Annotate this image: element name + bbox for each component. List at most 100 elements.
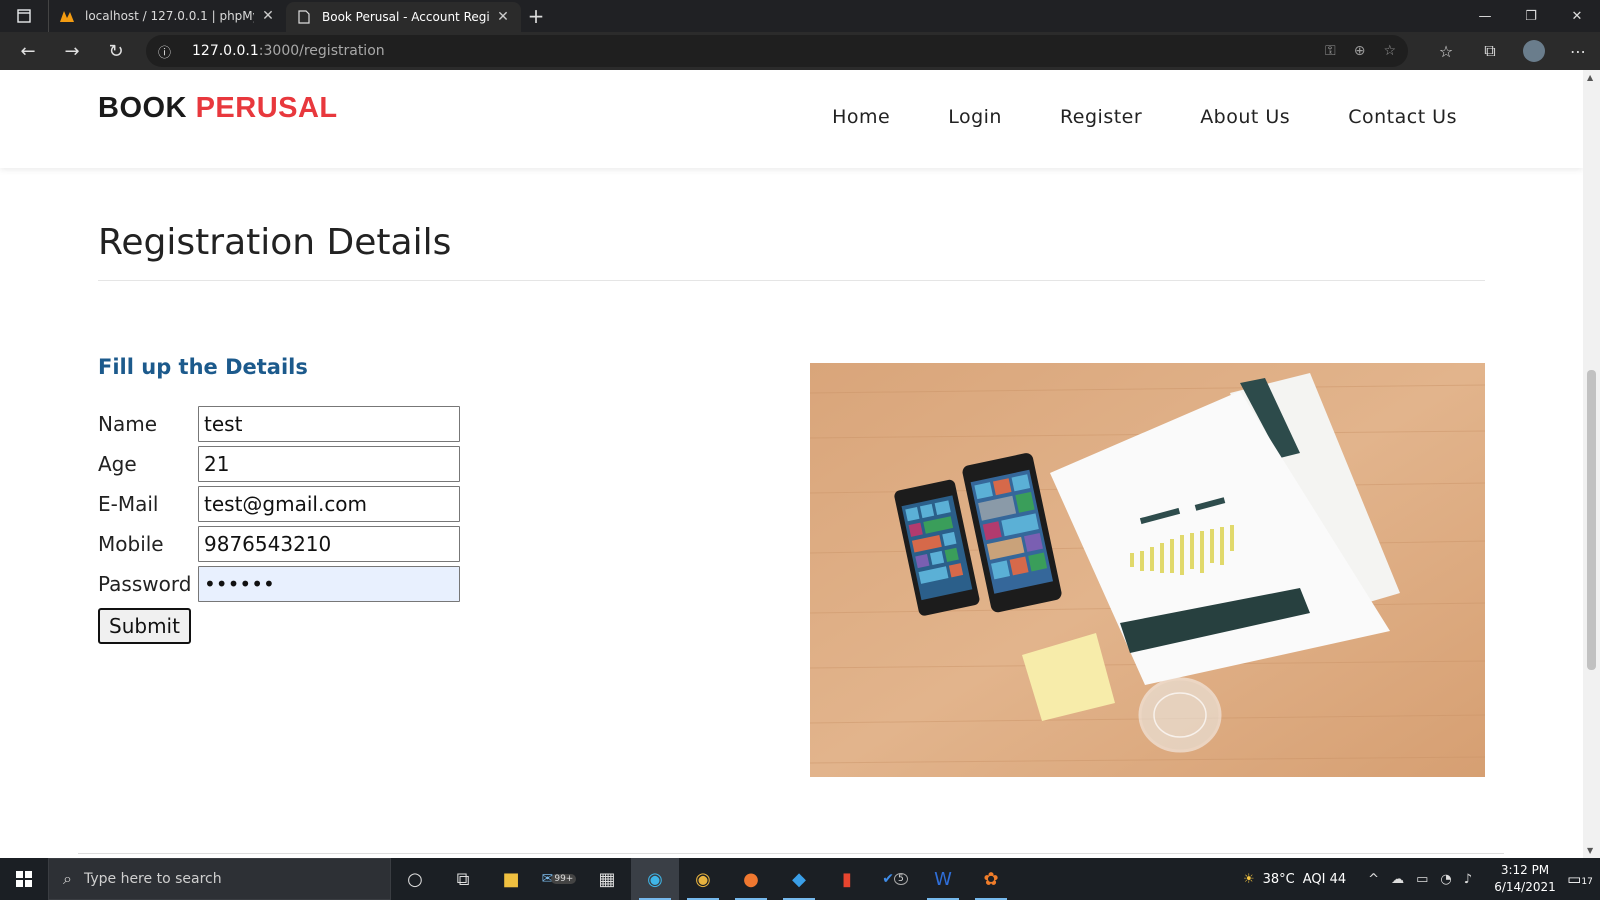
form-subheading: Fill up the Details xyxy=(98,355,308,379)
name-label: Name xyxy=(98,412,158,436)
name-field[interactable] xyxy=(198,406,460,442)
scroll-up-icon[interactable]: ▲ xyxy=(1587,73,1593,82)
weather-widget[interactable]: ☀ 38°C AQI 44 xyxy=(1243,872,1346,887)
microsoft-store-icon[interactable]: ▦ xyxy=(583,858,631,900)
age-label: Age xyxy=(98,452,137,476)
window-controls: — ❐ ✕ xyxy=(1462,0,1600,32)
battery-icon[interactable]: ▭ xyxy=(1416,872,1428,887)
brand-word-2: PERUSAL xyxy=(195,92,338,124)
mail-badge: 99+ xyxy=(551,874,577,884)
email-field[interactable] xyxy=(198,486,460,522)
form-row-mobile: Mobile xyxy=(98,524,460,564)
main-nav: Home Login Register About Us Contact Us xyxy=(832,106,1457,128)
page-icon xyxy=(296,9,312,25)
footer-divider xyxy=(78,853,1504,854)
notification-count: 17 xyxy=(1581,877,1593,887)
tab-title: localhost / 127.0.0.1 | phpMyAdmin xyxy=(85,9,254,23)
browser-toolbar: ← → ↻ ⓘ 127.0.0.1:3000/registration ⚿ ⊕ … xyxy=(0,32,1600,70)
vscode-icon[interactable]: ◆ xyxy=(775,858,823,900)
todo-icon[interactable]: ✔ 5 xyxy=(871,858,919,900)
site-info-icon[interactable]: ⓘ xyxy=(158,42,178,61)
chevron-up-icon[interactable]: ^ xyxy=(1368,872,1379,887)
page-title: Registration Details xyxy=(98,222,452,263)
nav-contact-us[interactable]: Contact Us xyxy=(1348,106,1457,128)
add-favorite-icon[interactable]: ☆ xyxy=(1383,43,1396,59)
password-field[interactable] xyxy=(198,566,460,602)
nav-register[interactable]: Register xyxy=(1060,106,1142,128)
scrollbar-thumb[interactable] xyxy=(1587,370,1596,670)
form-row-email: E-Mail xyxy=(98,484,460,524)
nav-about-us[interactable]: About Us xyxy=(1200,106,1290,128)
onedrive-icon[interactable]: ☁ xyxy=(1391,872,1404,887)
refresh-icon[interactable]: ↻ xyxy=(94,32,138,70)
more-icon[interactable]: ⋯ xyxy=(1556,42,1600,61)
key-icon[interactable]: ⚿ xyxy=(1325,43,1336,59)
mobile-label: Mobile xyxy=(98,532,164,556)
nav-home[interactable]: Home xyxy=(832,106,890,128)
close-tab-icon[interactable]: ✕ xyxy=(260,8,276,24)
firefox-icon[interactable]: ● xyxy=(727,858,775,900)
title-divider xyxy=(98,280,1485,281)
wifi-icon[interactable]: ◔ xyxy=(1440,872,1451,887)
browser-actions: ☆ ⧉ ⋯ xyxy=(1424,32,1600,70)
minimize-icon[interactable]: — xyxy=(1462,0,1508,32)
mobile-field[interactable] xyxy=(198,526,460,562)
todo-badge: 5 xyxy=(894,873,908,885)
new-tab-icon[interactable]: + xyxy=(521,4,551,28)
registration-form: Name Age E-Mail Mobile Password Submit xyxy=(98,404,460,644)
zoom-icon[interactable]: ⊕ xyxy=(1354,43,1366,59)
nav-login[interactable]: Login xyxy=(948,106,1002,128)
edge-icon[interactable]: ◉ xyxy=(631,858,679,900)
tab-phpmyadmin[interactable]: localhost / 127.0.0.1 | phpMyAdmin ✕ xyxy=(48,0,286,32)
age-field[interactable] xyxy=(198,446,460,482)
close-tab-icon[interactable]: ✕ xyxy=(495,9,511,25)
form-row-password: Password xyxy=(98,564,460,604)
task-view-icon[interactable]: ⧉ xyxy=(439,858,487,900)
clock[interactable]: 3:12 PM 6/14/2021 xyxy=(1490,862,1560,896)
clock-time: 3:12 PM xyxy=(1500,863,1550,877)
tab-title: Book Perusal - Account Registration xyxy=(322,10,489,24)
forward-icon[interactable]: → xyxy=(50,32,94,70)
windows-start-icon[interactable] xyxy=(0,858,48,900)
volume-icon[interactable]: ♪ xyxy=(1464,872,1472,887)
word-icon[interactable]: W xyxy=(919,858,967,900)
chrome-icon[interactable]: ◉ xyxy=(679,858,727,900)
page-scrollbar[interactable]: ▲ ▼ xyxy=(1583,70,1600,858)
brand-logo[interactable]: BOOK PERUSAL xyxy=(98,92,338,125)
url-host: 127.0.0.1 xyxy=(192,43,259,59)
brand-word-1: BOOK xyxy=(98,92,187,124)
form-row-name: Name xyxy=(98,404,460,444)
address-bar[interactable]: ⓘ 127.0.0.1:3000/registration ⚿ ⊕ ☆ xyxy=(146,35,1408,67)
favorites-icon[interactable]: ☆ xyxy=(1424,42,1468,61)
close-window-icon[interactable]: ✕ xyxy=(1554,0,1600,32)
back-icon[interactable]: ← xyxy=(6,32,50,70)
tab-actions-icon[interactable] xyxy=(0,0,48,32)
taskbar-search[interactable]: ⌕ Type here to search xyxy=(48,858,391,900)
collections-icon[interactable]: ⧉ xyxy=(1468,41,1512,61)
search-icon: ⌕ xyxy=(63,869,72,888)
office-icon[interactable]: ▮ xyxy=(823,858,871,900)
scroll-down-icon[interactable]: ▼ xyxy=(1587,846,1593,855)
password-label: Password xyxy=(98,572,192,596)
notification-center-icon[interactable]: ▭17 xyxy=(1560,870,1600,888)
cortana-icon[interactable]: ○ xyxy=(391,858,439,900)
search-placeholder: Type here to search xyxy=(83,871,222,887)
file-explorer-icon[interactable]: ■ xyxy=(487,858,535,900)
xampp-icon[interactable]: ✿ xyxy=(967,858,1015,900)
url-path: :3000/registration xyxy=(258,43,385,59)
web-page: BOOK PERUSAL Home Login Register About U… xyxy=(0,70,1583,858)
site-header: BOOK PERUSAL Home Login Register About U… xyxy=(0,70,1583,168)
aqi: AQI 44 xyxy=(1302,871,1347,887)
temperature: 38°C xyxy=(1262,871,1295,887)
phpmyadmin-icon xyxy=(59,8,75,24)
clock-date: 6/14/2021 xyxy=(1494,880,1556,894)
system-tray: ☀ 38°C AQI 44 ^ ☁ ▭ ◔ ♪ 3:12 PM 6/14/202… xyxy=(1243,858,1600,900)
profile-avatar[interactable] xyxy=(1523,40,1545,62)
email-label: E-Mail xyxy=(98,492,159,516)
browser-tab-bar: localhost / 127.0.0.1 | phpMyAdmin ✕ Boo… xyxy=(0,0,1600,32)
submit-button[interactable]: Submit xyxy=(98,608,191,644)
tab-book-perusal[interactable]: Book Perusal - Account Registration ✕ xyxy=(286,2,521,32)
desk-photo xyxy=(810,363,1485,777)
restore-icon[interactable]: ❐ xyxy=(1508,0,1554,32)
mail-icon[interactable]: ✉ 99+ xyxy=(535,858,583,900)
